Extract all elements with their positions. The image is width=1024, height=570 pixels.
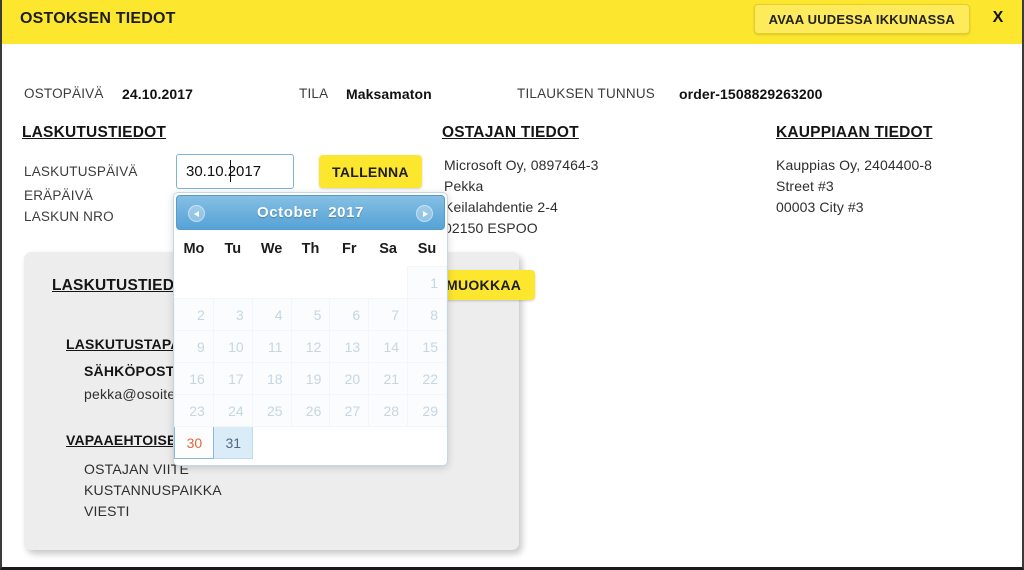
datepicker-day-29[interactable]: 29 <box>407 394 447 427</box>
datepicker-day-9[interactable]: 9 <box>174 330 214 363</box>
buyer-line-3: Keilalahdentie 2-4 <box>444 199 558 215</box>
datepicker-weekday: Su <box>417 241 437 257</box>
invoice-number-label: LASKUN NRO <box>24 209 114 224</box>
datepicker-day-16[interactable]: 16 <box>174 362 214 395</box>
buyer-line-1: Microsoft Oy, 0897464-3 <box>444 157 599 173</box>
purchase-details-page: OSTOKSEN TIEDOT AVAA UUDESSA IKKUNASSA X… <box>0 0 1024 570</box>
order-id-value: order-1508829263200 <box>679 86 823 102</box>
billing-method-title: LASKUTUSTAPA <box>66 336 181 352</box>
datepicker-day-18[interactable]: 18 <box>251 362 292 395</box>
datepicker-empty-cell <box>369 427 408 459</box>
datepicker-day-8[interactable]: 8 <box>407 298 447 331</box>
datepicker-day-3[interactable]: 3 <box>212 298 253 331</box>
purchase-date-label: OSTOPÄIVÄ <box>24 86 104 101</box>
datepicker-day-4[interactable]: 4 <box>251 298 292 331</box>
merchant-line-3: 00003 City #3 <box>776 199 864 215</box>
invoice-date-input[interactable] <box>176 154 294 189</box>
status-value: Maksamaton <box>346 86 432 102</box>
datepicker-day-28[interactable]: 28 <box>368 394 409 427</box>
merchant-line-2: Street #3 <box>776 178 834 194</box>
datepicker-grid: Mo Tu We Th Fr Sa Su 1 2 3 4 5 6 7 8 9 10 11 12 13 14 15 16 17… <box>174 234 447 459</box>
window-header: OSTOKSEN TIEDOT AVAA UUDESSA IKKUNASSA X <box>2 0 1022 44</box>
datepicker-day-22[interactable]: 22 <box>407 362 447 395</box>
datepicker-popup[interactable]: October 2017 Mo Tu We Th Fr Sa Su 1 2 3 4 5 6 7 8 9 10 1… <box>173 192 448 466</box>
datepicker-day-6[interactable]: 6 <box>329 298 370 331</box>
datepicker-empty-cell <box>369 267 408 299</box>
datepicker-day-10[interactable]: 10 <box>212 330 253 363</box>
datepicker-weekday: We <box>260 241 283 258</box>
datepicker-day-25[interactable]: 25 <box>251 394 292 427</box>
datepicker-week-row: 2345678 <box>174 298 447 331</box>
datepicker-year: 2017 <box>328 204 365 221</box>
datepicker-day-12[interactable]: 12 <box>290 330 331 363</box>
due-date-label: ERÄPÄIVÄ <box>24 188 94 203</box>
datepicker-empty-cell <box>408 427 447 459</box>
buyer-line-4: 02150 ESPOO <box>444 220 538 236</box>
status-label: TILA <box>299 86 329 101</box>
datepicker-week-row: 9 10 11 12 13 14 15 <box>174 330 447 363</box>
datepicker-weekday: Mo <box>183 241 205 258</box>
datepicker-week-row: 30 31 <box>174 426 447 459</box>
cost-center-label: KUSTANNUSPAIKKA <box>84 482 222 498</box>
datepicker-day-20[interactable]: 20 <box>329 362 370 395</box>
datepicker-empty-cell <box>252 267 291 299</box>
datepicker-week-row: 1 <box>175 266 447 299</box>
datepicker-day-11[interactable]: 11 <box>251 330 292 363</box>
datepicker-day-7[interactable]: 7 <box>368 298 409 331</box>
save-button[interactable]: TALLENNA <box>319 155 422 188</box>
close-icon[interactable]: X <box>986 6 1010 30</box>
datepicker-day-2[interactable]: 2 <box>174 298 214 331</box>
datepicker-weekday-row: Mo Tu We Th Fr Sa Su <box>175 234 447 267</box>
datepicker-empty-cell <box>175 267 214 299</box>
merchant-section-title: KAUPPIAAN TIEDOT <box>776 124 933 141</box>
buyer-line-2: Pekka <box>444 178 484 194</box>
order-id-label: TILAUKSEN TUNNUS <box>517 86 655 101</box>
datepicker-day-30[interactable]: 30 <box>174 426 214 459</box>
purchase-summary-row: OSTOPÄIVÄ 24.10.2017 TILA Maksamaton TIL… <box>2 86 1022 106</box>
datepicker-day-23[interactable]: 23 <box>174 394 214 427</box>
datepicker-day-17[interactable]: 17 <box>212 362 253 395</box>
datepicker-empty-cell <box>213 267 252 299</box>
open-in-new-window-button[interactable]: AVAA UUDESSA IKKUNASSA <box>753 4 970 34</box>
datepicker-empty-cell <box>330 267 369 299</box>
datepicker-month-year: October 2017 <box>177 204 444 221</box>
datepicker-day-21[interactable]: 21 <box>368 362 409 395</box>
email-invoice-value: pekka@osoite.fi <box>84 386 187 402</box>
datepicker-day-24[interactable]: 24 <box>212 394 253 427</box>
datepicker-month: October <box>256 204 319 221</box>
datepicker-empty-cell <box>330 427 369 459</box>
datepicker-weekday: Tu <box>224 241 242 258</box>
datepicker-empty-cell <box>252 427 291 459</box>
datepicker-day-1[interactable]: 1 <box>407 266 447 299</box>
datepicker-empty-cell <box>291 427 330 459</box>
page-title: OSTOKSEN TIEDOT <box>20 10 176 27</box>
datepicker-day-14[interactable]: 14 <box>368 330 409 363</box>
message-label: VIESTI <box>84 503 130 519</box>
datepicker-day-26[interactable]: 26 <box>290 394 331 427</box>
datepicker-week-row: 23 24 25 26 27 28 29 <box>174 394 447 427</box>
datepicker-empty-cell <box>291 267 330 299</box>
invoice-date-label: LASKUTUSPÄIVÄ <box>24 164 138 179</box>
purchase-date-value: 24.10.2017 <box>122 86 194 102</box>
datepicker-weekday: Sa <box>379 241 398 258</box>
datepicker-day-13[interactable]: 13 <box>329 330 370 363</box>
datepicker-day-rows: 1 2 3 4 5 6 7 8 9 10 11 12 13 14 15 16 17 18 19 20 21 22 23 24 2… <box>174 266 447 459</box>
datepicker-header: October 2017 <box>176 195 445 230</box>
chevron-right-icon[interactable] <box>416 205 433 222</box>
datepicker-day-15[interactable]: 15 <box>407 330 447 363</box>
datepicker-day-5[interactable]: 5 <box>290 298 331 331</box>
datepicker-day-31[interactable]: 31 <box>212 426 253 459</box>
datepicker-weekday: Fr <box>342 241 357 258</box>
datepicker-week-row: 16 17 18 19 20 21 22 <box>174 362 447 395</box>
text-caret <box>230 160 231 182</box>
merchant-line-1: Kauppias Oy, 2404400-8 <box>776 157 933 173</box>
billing-section-title: LASKUTUSTIEDOT <box>22 124 167 141</box>
buyer-section-title: OSTAJAN TIEDOT <box>442 124 579 141</box>
datepicker-day-19[interactable]: 19 <box>290 362 331 395</box>
datepicker-day-27[interactable]: 27 <box>329 394 370 427</box>
datepicker-weekday: Th <box>301 241 320 258</box>
